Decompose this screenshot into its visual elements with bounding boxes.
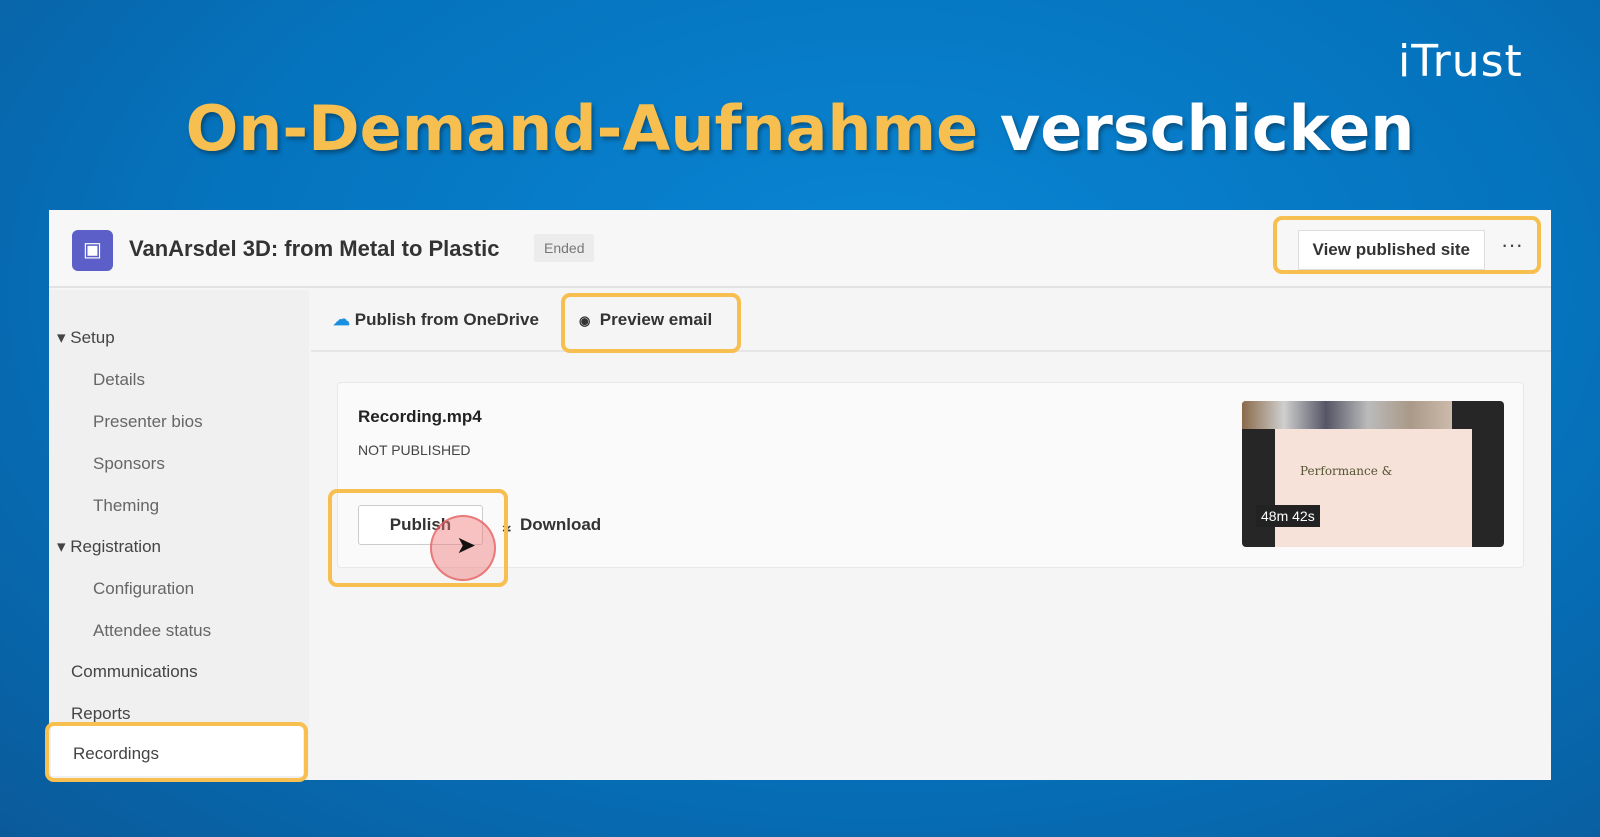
app-window: ▣ VanArsdel 3D: from Metal to Plastic En… xyxy=(45,210,1551,782)
highlight-frame xyxy=(561,293,741,353)
sidebar-item-reports[interactable]: Reports xyxy=(71,704,131,724)
participant-video-strip xyxy=(1242,401,1452,429)
highlight-frame xyxy=(1273,216,1541,274)
publish-status: NOT PUBLISHED xyxy=(358,442,471,458)
sidebar-item-sponsors[interactable]: Sponsors xyxy=(93,454,165,474)
sidebar-item-details[interactable]: Details xyxy=(93,370,145,390)
sidebar-item-label: Registration xyxy=(70,537,161,556)
sidebar-item-communications[interactable]: Communications xyxy=(71,662,198,682)
recording-filename: Recording.mp4 xyxy=(358,407,482,426)
sidebar-item-configuration[interactable]: Configuration xyxy=(93,579,194,599)
headline: On-Demand-Aufnahme verschicken xyxy=(0,92,1600,165)
headline-highlight: On-Demand-Aufnahme xyxy=(185,92,979,165)
highlight-frame xyxy=(328,489,508,587)
event-title: VanArsdel 3D: from Metal to Plastic xyxy=(129,236,500,261)
highlight-frame xyxy=(45,722,308,782)
recording-card: Recording.mp4 NOT PUBLISHED Publish ➤ ⤓ … xyxy=(328,382,1524,587)
sidebar-item-presenter-bios[interactable]: Presenter bios xyxy=(93,412,203,432)
toolbar: ☁ Publish from OneDrive ◉ Preview email xyxy=(311,290,1551,353)
sidebar: ▾ Setup Details Presenter bios Sponsors … xyxy=(45,290,309,782)
slide-preview: Performance & xyxy=(1275,429,1472,547)
window-header: ▣ VanArsdel 3D: from Metal to Plastic En… xyxy=(49,210,1551,288)
webinar-app-icon: ▣ xyxy=(72,230,113,271)
button-label: Download xyxy=(519,515,602,534)
main-content: ☁ Publish from OneDrive ◉ Preview email … xyxy=(311,290,1551,780)
recording-thumbnail[interactable]: Performance & 48m 42s xyxy=(1242,401,1504,547)
sidebar-item-attendee-status[interactable]: Attendee status xyxy=(93,621,211,641)
duration-label: 48m 42s xyxy=(1256,505,1320,527)
itrust-logo: iTrust xyxy=(1398,36,1523,87)
sidebar-group-setup[interactable]: ▾ Setup xyxy=(57,328,115,348)
slide-title: Performance & xyxy=(1300,464,1393,478)
status-badge: Ended xyxy=(534,234,595,262)
publish-from-onedrive-button[interactable]: ☁ Publish from OneDrive xyxy=(333,310,539,330)
sidebar-group-registration[interactable]: ▾ Registration xyxy=(57,537,161,557)
sidebar-item-theming[interactable]: Theming xyxy=(93,496,159,516)
sidebar-item-label: Setup xyxy=(70,328,115,347)
headline-rest: verschicken xyxy=(999,92,1415,165)
button-label: Publish from OneDrive xyxy=(354,310,539,329)
download-button[interactable]: ⤓ Download xyxy=(503,515,601,535)
onedrive-cloud-icon: ☁ xyxy=(333,310,350,329)
